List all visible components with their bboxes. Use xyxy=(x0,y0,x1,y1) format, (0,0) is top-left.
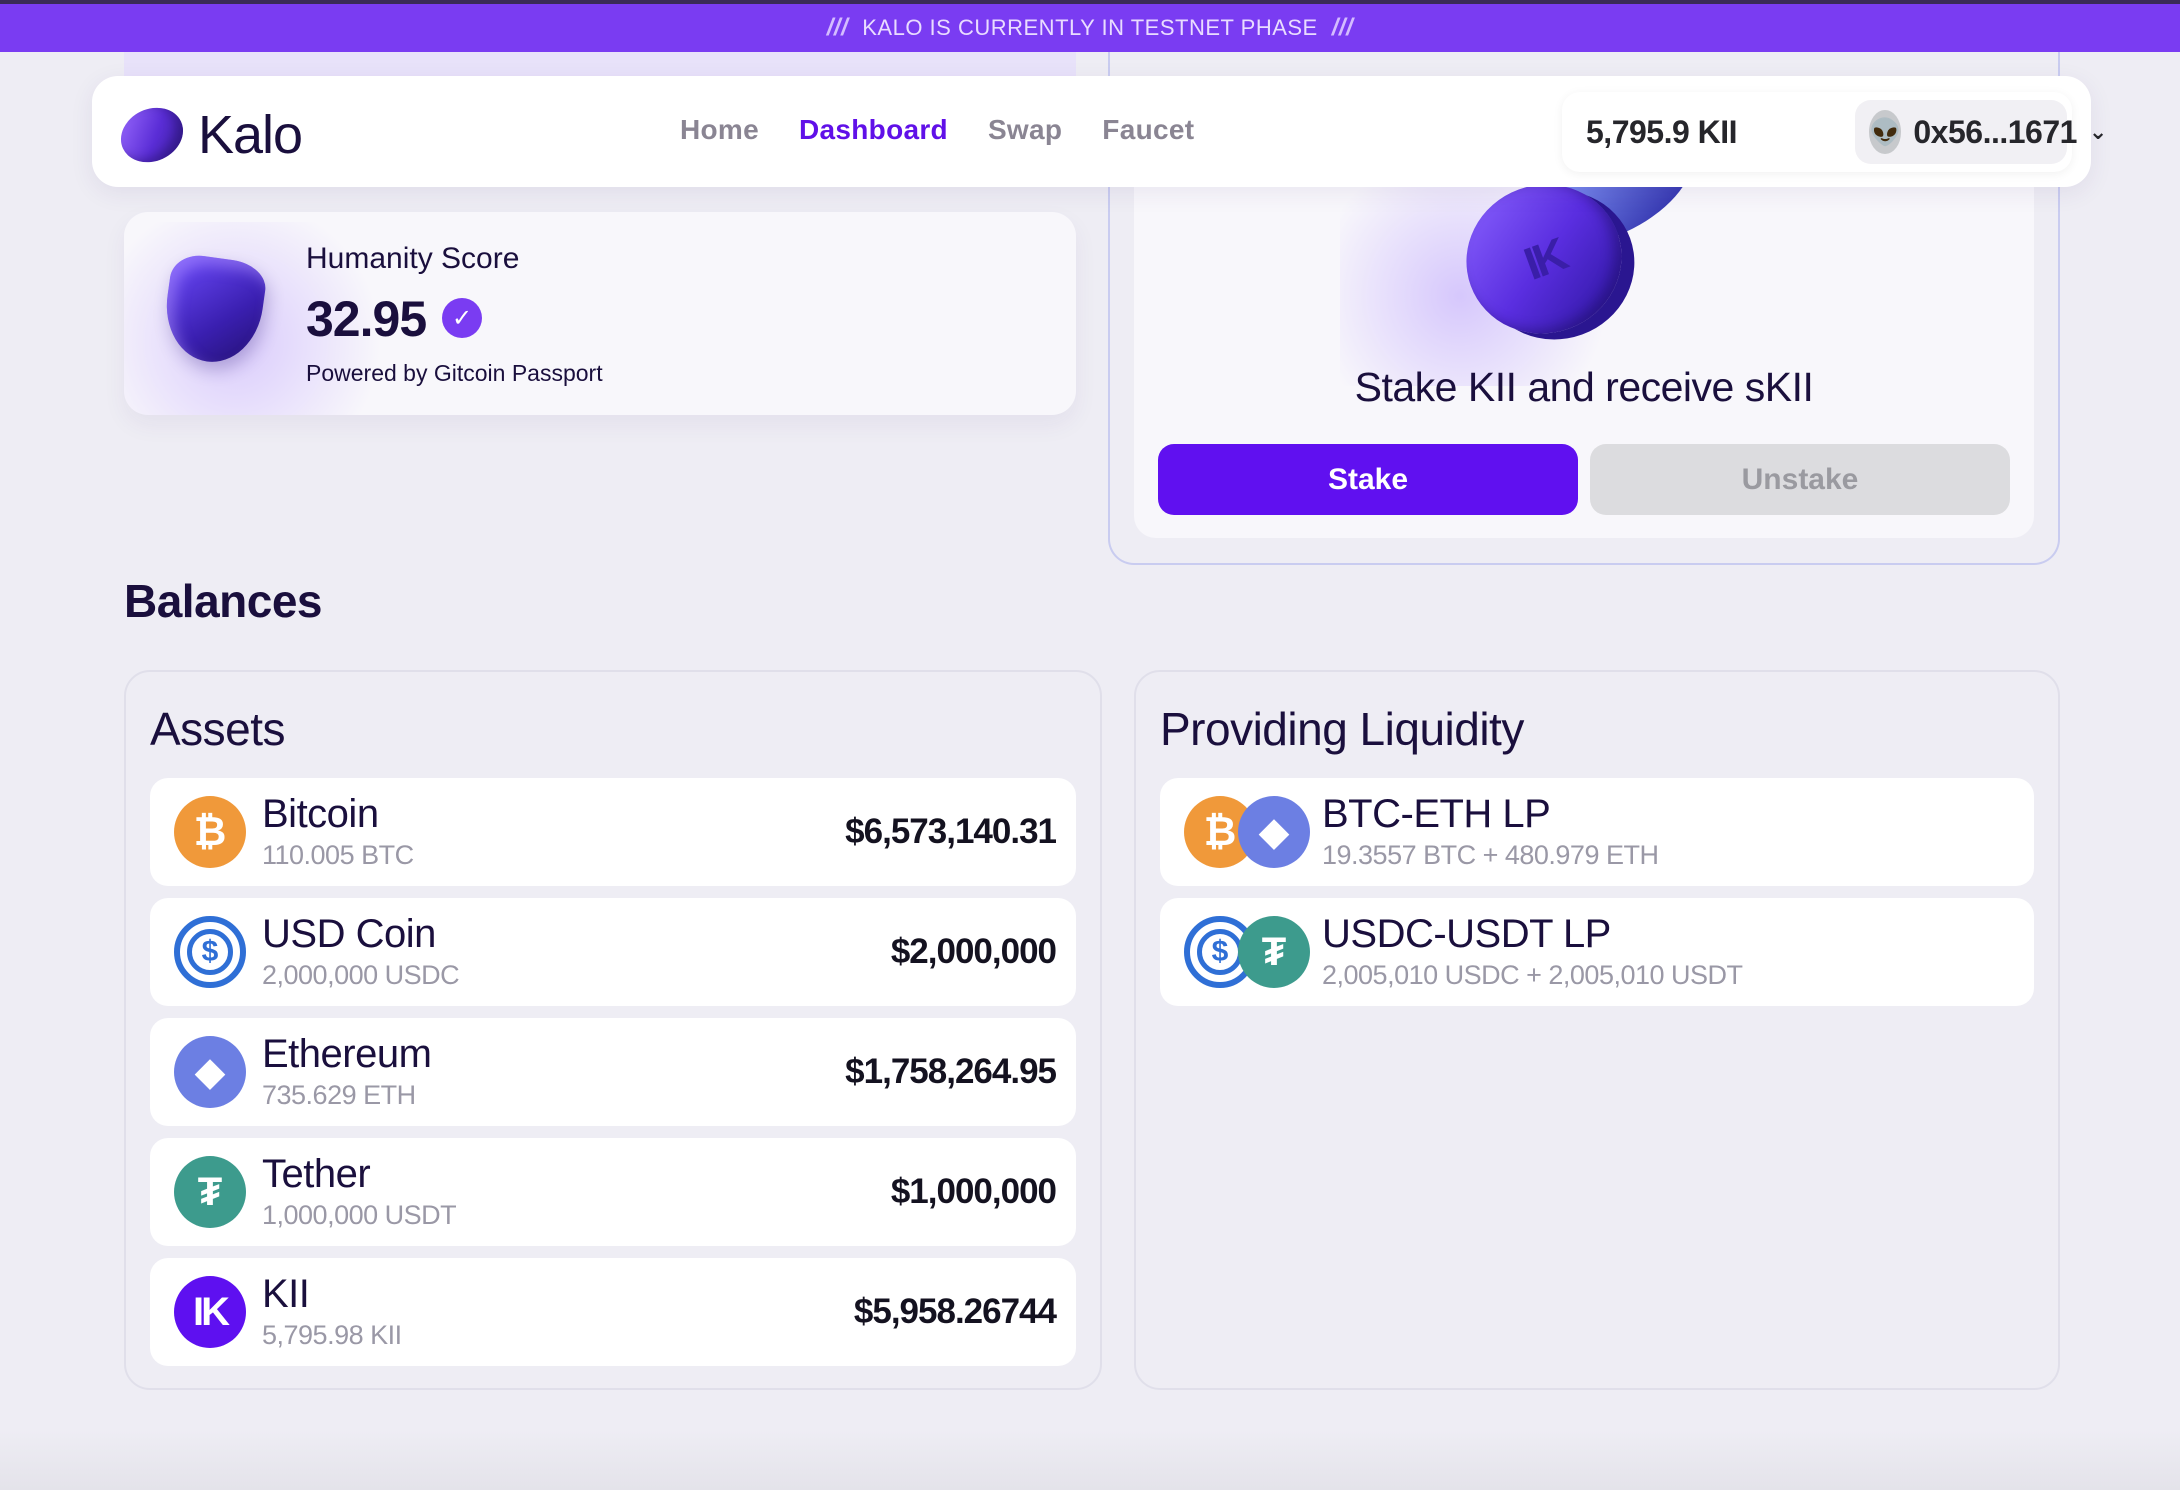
asset-name: Tether xyxy=(262,1152,371,1196)
asset-name: Ethereum xyxy=(262,1032,432,1076)
asset-name: KII xyxy=(262,1272,310,1316)
tether-icon: ₮ xyxy=(174,1156,246,1228)
asset-name: USD Coin xyxy=(262,912,436,956)
wallet-widget: 5,795.9 KII 👽 0x56...1671 ⌄ xyxy=(1562,92,2107,172)
wallet-balance: 5,795.9 KII xyxy=(1586,114,1738,150)
nav-links: Home Dashboard Swap Faucet xyxy=(680,114,1194,146)
humanity-title: Humanity Score xyxy=(306,242,520,275)
logo[interactable]: Kalo xyxy=(112,97,303,173)
lp-row[interactable]: $ ₮ USDC-USDT LP 2,005,010 USDC + 2,005,… xyxy=(1160,898,2034,1006)
assets-title: Assets xyxy=(150,703,286,755)
wallet-address-button[interactable]: 👽 0x56...1671 ⌄ xyxy=(1855,100,2107,164)
assets-panel: Assets ₿ Bitcoin 110.005 BTC $6,573,140.… xyxy=(124,670,1102,1390)
kalo-logo-icon xyxy=(112,97,192,173)
asset-amount: 1,000,000 USDT xyxy=(262,1200,457,1230)
asset-value: $5,958.26744 xyxy=(853,1292,1057,1331)
tether-icon: ₮ xyxy=(1238,916,1310,988)
asset-amount: 2,000,000 USDC xyxy=(262,960,460,990)
asset-row[interactable]: ₿ Bitcoin 110.005 BTC $6,573,140.31 xyxy=(150,778,1076,886)
lp-amount: 2,005,010 USDC + 2,005,010 USDT xyxy=(1322,960,1743,990)
asset-name: Bitcoin xyxy=(262,792,379,836)
asset-value: $2,000,000 xyxy=(890,932,1057,971)
humanity-score: 32.95 xyxy=(306,291,427,347)
bitcoin-icon: ₿ xyxy=(174,796,246,868)
nav-home[interactable]: Home xyxy=(680,114,759,146)
lp-row[interactable]: ₿ ◆ BTC-ETH LP 19.3557 BTC + 480.979 ETH xyxy=(1160,778,2034,886)
usdc-icon: $ xyxy=(174,916,246,988)
asset-value: $1,000,000 xyxy=(890,1172,1057,1211)
asset-row[interactable]: ◆ Ethereum 735.629 ETH $1,758,264.95 xyxy=(150,1018,1076,1126)
wallet-address: 0x56...1671 xyxy=(1913,113,2077,150)
stake-title: Stake KII and receive sKII xyxy=(1354,364,1814,410)
asset-row[interactable]: IK KII 5,795.98 KII $5,958.26744 xyxy=(150,1258,1076,1366)
page-bottom xyxy=(0,1430,2180,1490)
kii-icon: IK xyxy=(174,1276,246,1348)
asset-amount: 735.629 ETH xyxy=(262,1080,416,1110)
asset-row[interactable]: ₮ Tether 1,000,000 USDT $1,000,000 xyxy=(150,1138,1076,1246)
ethereum-icon: ◆ xyxy=(1238,796,1310,868)
banner-text: KALO IS CURRENTLY IN TESTNET PHASE xyxy=(862,15,1318,40)
testnet-banner: /// KALO IS CURRENTLY IN TESTNET PHASE /… xyxy=(0,0,2180,52)
humanity-score-card: Humanity Score 32.95 ✓ Powered by Gitcoi… xyxy=(124,212,1076,415)
asset-amount: 110.005 BTC xyxy=(262,840,414,870)
chevron-down-icon: ⌄ xyxy=(2088,119,2108,144)
asset-value: $6,573,140.31 xyxy=(845,812,1057,851)
navbar: Kalo Home Dashboard Swap Faucet 5,795.9 … xyxy=(92,76,2107,187)
asset-value: $1,758,264.95 xyxy=(845,1052,1057,1091)
verified-badge-icon: ✓ xyxy=(442,298,482,338)
stake-button[interactable]: Stake xyxy=(1158,444,1578,515)
liquidity-title: Providing Liquidity xyxy=(1160,703,1524,755)
lp-amount: 19.3557 BTC + 480.979 ETH xyxy=(1322,840,1659,870)
balances-heading: Balances xyxy=(124,575,323,627)
nav-dashboard[interactable]: Dashboard xyxy=(799,114,948,146)
alien-icon: 👽 xyxy=(1869,110,1902,154)
ethereum-icon: ◆ xyxy=(174,1036,246,1108)
logo-text: Kalo xyxy=(198,105,303,165)
nav-faucet[interactable]: Faucet xyxy=(1102,114,1194,146)
asset-row[interactable]: $ USD Coin 2,000,000 USDC $2,000,000 xyxy=(150,898,1076,1006)
unstake-button[interactable]: Unstake xyxy=(1590,444,2010,515)
liquidity-panel: Providing Liquidity ₿ ◆ BTC-ETH LP 19.35… xyxy=(1134,670,2060,1390)
banner-slashes-icon: /// xyxy=(1331,14,1354,41)
lp-name: BTC-ETH LP xyxy=(1322,792,1551,836)
nav-swap[interactable]: Swap xyxy=(988,114,1062,146)
banner-slashes-icon: /// xyxy=(826,14,849,41)
lp-name: USDC-USDT LP xyxy=(1322,912,1611,956)
powered-by: Powered by Gitcoin Passport xyxy=(306,360,603,386)
asset-amount: 5,795.98 KII xyxy=(262,1320,402,1350)
